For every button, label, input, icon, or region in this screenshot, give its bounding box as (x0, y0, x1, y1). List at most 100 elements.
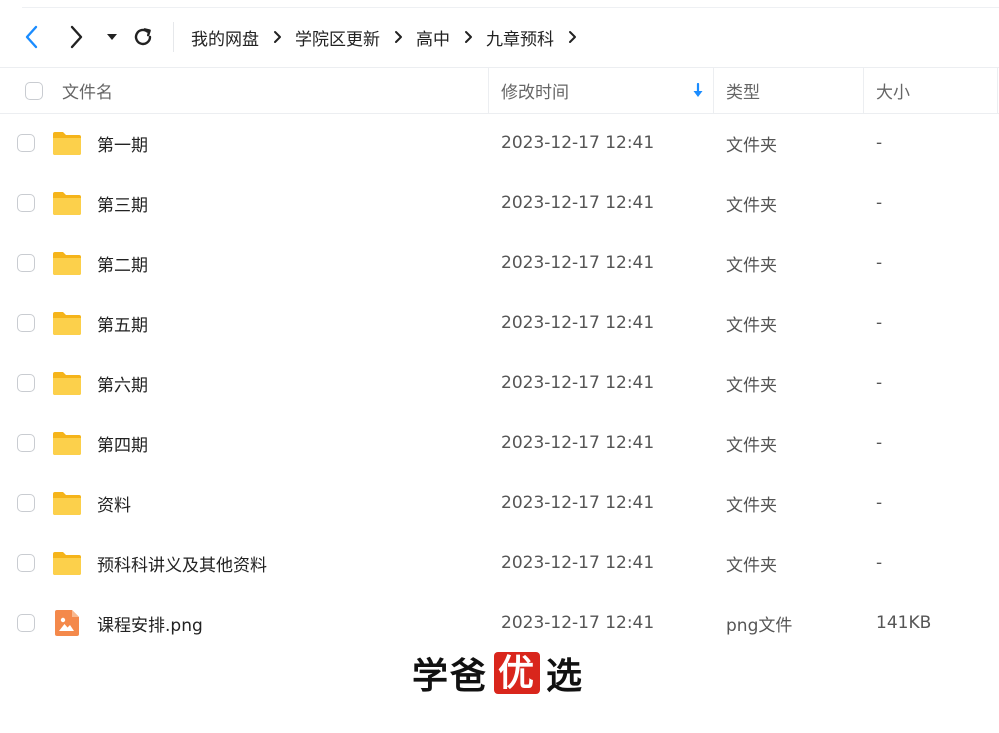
breadcrumb-item-academy[interactable]: 学院区更新 (295, 25, 380, 50)
file-name[interactable]: 课程安排.png (97, 593, 203, 653)
file-type: 文件夹 (726, 135, 777, 156)
file-type: 文件夹 (726, 555, 777, 576)
watermark-logo: 学爸 优 选 (412, 650, 585, 697)
row-checkbox[interactable] (17, 434, 35, 452)
folder-icon (52, 369, 82, 397)
watermark-stamp: 优 (494, 652, 541, 694)
file-type: 文件夹 (726, 435, 777, 456)
row-checkbox[interactable] (17, 614, 35, 632)
file-size: - (876, 493, 883, 513)
breadcrumb-separator-icon (450, 30, 486, 44)
file-modified: 2023-12-17 12:41 (501, 613, 655, 633)
file-row[interactable]: 第一期 2023-12-17 12:41 文件夹 - (0, 113, 999, 173)
sort-down-arrow-icon (693, 82, 703, 97)
file-size: - (876, 553, 883, 573)
file-row[interactable]: 第六期 2023-12-17 12:41 文件夹 - (0, 353, 999, 413)
file-type: 文件夹 (726, 315, 777, 336)
file-row[interactable]: 资料 2023-12-17 12:41 文件夹 - (0, 473, 999, 533)
file-size: - (876, 193, 883, 213)
breadcrumb-item-current[interactable]: 九章预科 (486, 25, 554, 50)
file-size: - (876, 433, 883, 453)
forward-button[interactable] (64, 24, 90, 50)
chevron-left-icon (25, 25, 38, 49)
file-name[interactable]: 第五期 (97, 293, 148, 353)
breadcrumb-expand-icon[interactable] (554, 30, 590, 44)
column-divider (997, 68, 998, 113)
column-header-type[interactable]: 类型 (726, 68, 760, 113)
watermark-text: 学爸 (412, 655, 489, 697)
row-checkbox[interactable] (17, 554, 35, 572)
column-divider[interactable] (713, 68, 714, 113)
file-row[interactable]: 预科科讲义及其他资料 2023-12-17 12:41 文件夹 - (0, 533, 999, 593)
file-modified: 2023-12-17 12:41 (501, 433, 655, 453)
breadcrumb-separator-icon (380, 30, 416, 44)
file-type: 文件夹 (726, 375, 777, 396)
file-name[interactable]: 第一期 (97, 113, 148, 173)
file-row[interactable]: 第三期 2023-12-17 12:41 文件夹 - (0, 173, 999, 233)
folder-icon (52, 249, 82, 277)
row-checkbox[interactable] (17, 494, 35, 512)
file-row[interactable]: 课程安排.png 2023-12-17 12:41 png文件 141KB (0, 593, 999, 653)
file-name[interactable]: 第四期 (97, 413, 148, 473)
row-checkbox[interactable] (17, 314, 35, 332)
chevron-right-icon (70, 25, 83, 49)
file-type: 文件夹 (726, 255, 777, 276)
file-type: 文件夹 (726, 195, 777, 216)
file-name[interactable]: 预科科讲义及其他资料 (97, 533, 267, 593)
sort-indicator[interactable] (692, 68, 704, 113)
folder-icon (52, 549, 82, 577)
file-modified: 2023-12-17 12:41 (501, 253, 655, 273)
refresh-icon (134, 28, 152, 46)
file-size: 141KB (876, 613, 932, 633)
file-name[interactable]: 第六期 (97, 353, 148, 413)
watermark-text: 选 (546, 655, 585, 697)
file-size: - (876, 133, 883, 153)
row-checkbox[interactable] (17, 194, 35, 212)
refresh-button[interactable] (130, 24, 156, 50)
file-modified: 2023-12-17 12:41 (501, 313, 655, 333)
row-checkbox[interactable] (17, 254, 35, 272)
history-dropdown-button[interactable] (103, 24, 121, 50)
file-row[interactable]: 第五期 2023-12-17 12:41 文件夹 - (0, 293, 999, 353)
breadcrumb-item-root[interactable]: 我的网盘 (191, 25, 259, 50)
file-type: 文件夹 (726, 495, 777, 516)
folder-icon (52, 489, 82, 517)
folder-icon (52, 429, 82, 457)
column-header-name[interactable]: 文件名 (62, 68, 113, 113)
column-header-modified[interactable]: 修改时间 (501, 68, 569, 113)
file-size: - (876, 253, 883, 273)
file-modified: 2023-12-17 12:41 (501, 193, 655, 213)
file-name[interactable]: 第二期 (97, 233, 148, 293)
breadcrumb: 我的网盘 学院区更新 高中 九章预科 (191, 24, 590, 50)
nav-divider (173, 22, 174, 52)
file-modified: 2023-12-17 12:41 (501, 553, 655, 573)
file-size: - (876, 313, 883, 333)
folder-icon (52, 309, 82, 337)
breadcrumb-separator-icon (259, 30, 295, 44)
select-all-checkbox-cell (25, 68, 43, 113)
breadcrumb-item-highschool[interactable]: 高中 (416, 25, 450, 50)
file-name[interactable]: 资料 (97, 473, 131, 533)
folder-icon (52, 129, 82, 157)
column-header-size[interactable]: 大小 (876, 68, 910, 113)
caret-down-icon (107, 34, 117, 40)
folder-icon (52, 189, 82, 217)
file-type: png文件 (726, 615, 793, 636)
file-row[interactable]: 第四期 2023-12-17 12:41 文件夹 - (0, 413, 999, 473)
file-size: - (876, 373, 883, 393)
file-modified: 2023-12-17 12:41 (501, 493, 655, 513)
row-checkbox[interactable] (17, 134, 35, 152)
column-divider[interactable] (863, 68, 864, 113)
navigation-bar: 我的网盘 学院区更新 高中 九章预科 (0, 8, 999, 66)
file-list-header: 文件名 修改时间 类型 大小 (0, 67, 999, 114)
select-all-checkbox[interactable] (25, 81, 43, 100)
file-row[interactable]: 第二期 2023-12-17 12:41 文件夹 - (0, 233, 999, 293)
column-divider[interactable] (488, 68, 489, 113)
back-button[interactable] (18, 24, 44, 50)
file-modified: 2023-12-17 12:41 (501, 133, 655, 153)
file-modified: 2023-12-17 12:41 (501, 373, 655, 393)
row-checkbox[interactable] (17, 374, 35, 392)
image-file-icon (52, 609, 82, 637)
file-name[interactable]: 第三期 (97, 173, 148, 233)
file-list: 第一期 2023-12-17 12:41 文件夹 - 第三期 2023-12-17 12:… (0, 113, 999, 653)
